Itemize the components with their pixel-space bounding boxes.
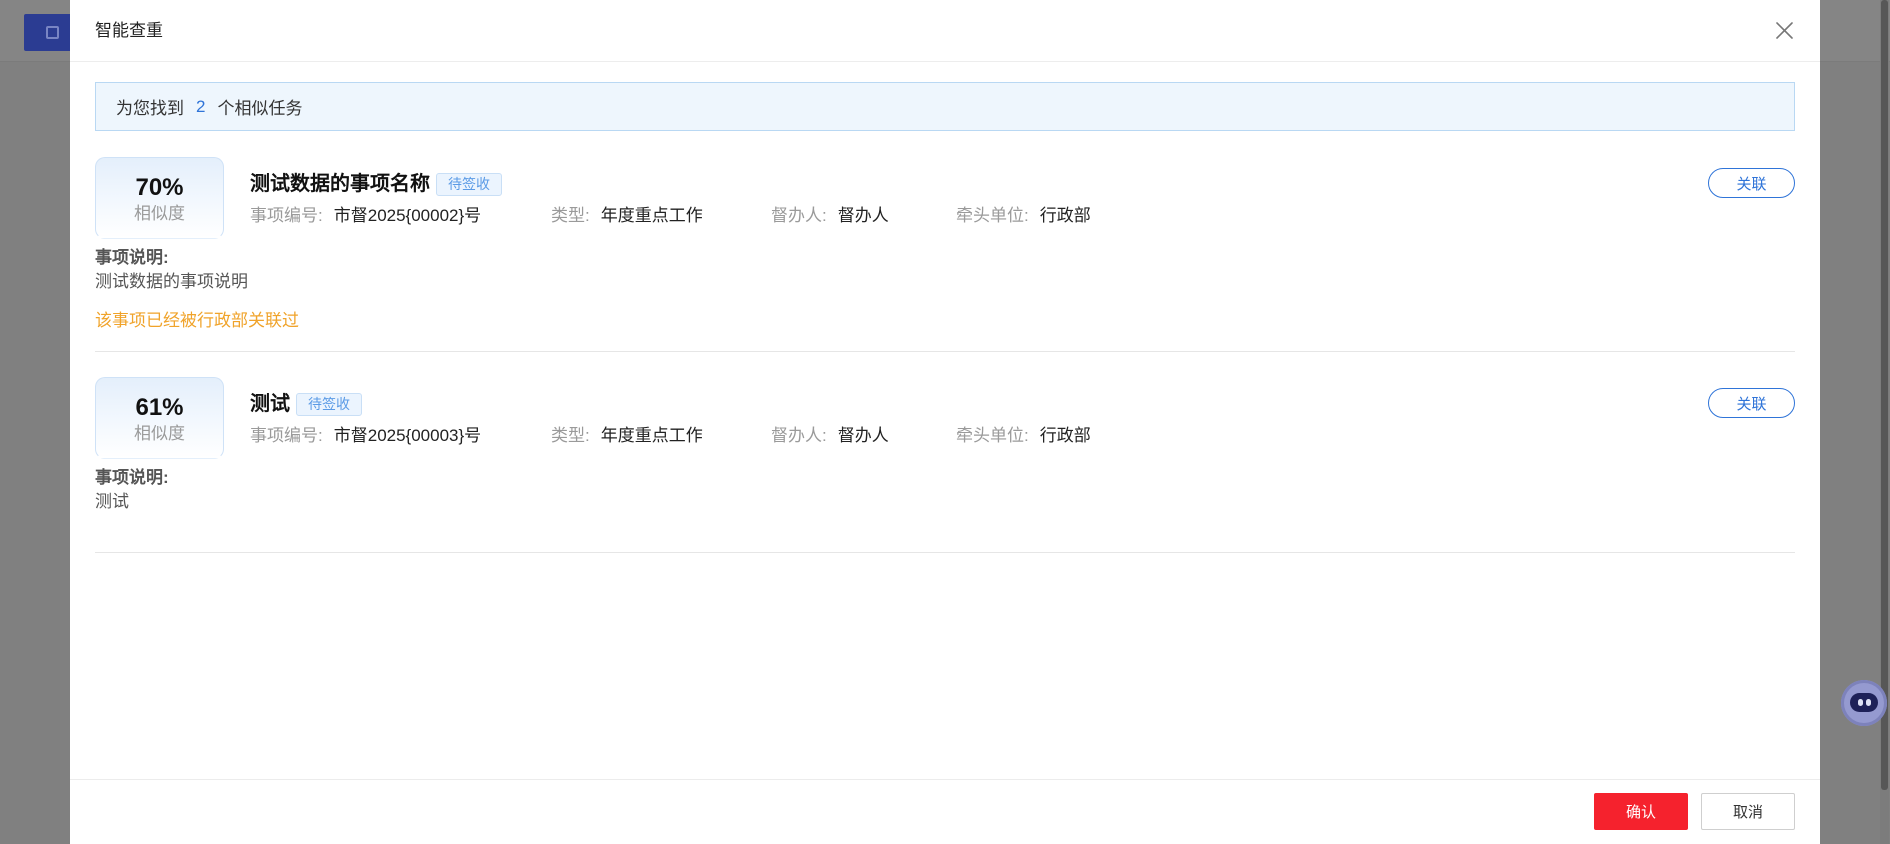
meta-label: 牵头单位: <box>956 206 1029 225</box>
background-action-button <box>24 14 76 51</box>
result-summary-banner: 为您找到 2 个相似任务 <box>95 82 1795 131</box>
similarity-score-card: 61% 相似度 <box>95 377 224 459</box>
dialog-header: 智能查重 <box>70 0 1820 62</box>
cancel-button[interactable]: 取消 <box>1701 793 1795 830</box>
description-text: 测试数据的事项说明 <box>95 272 248 291</box>
result-item: 70% 相似度 测试数据的事项名称 待签收 事项编号: 市督2025{00002… <box>95 157 1795 352</box>
assistant-floating-button <box>1841 680 1887 726</box>
similarity-value: 61% <box>135 394 184 421</box>
confirm-button[interactable]: 确认 <box>1594 793 1688 830</box>
task-meta: 事项编号: 市督2025{00003}号 类型: 年度重点工作 督办人: 督办人 <box>250 424 1091 448</box>
meta-lead-unit: 牵头单位: 行政部 <box>956 204 1091 228</box>
dialog-title: 智能查重 <box>95 21 163 40</box>
meta-value: 年度重点工作 <box>600 426 703 445</box>
result-count: 2 <box>196 96 206 116</box>
description-text: 测试 <box>95 492 129 511</box>
linked-warning-note: 该事项已经被行政部关联过 <box>95 311 299 330</box>
meta-supervisor: 督办人: 督办人 <box>771 204 956 228</box>
dialog-body: 为您找到 2 个相似任务 70% 相似度 测试数据的事项名称 待签收 事项编号:… <box>70 62 1820 553</box>
meta-value: 年度重点工作 <box>600 206 703 225</box>
status-badge: 待签收 <box>436 172 502 196</box>
similarity-score-card: 70% 相似度 <box>95 157 224 239</box>
robot-eye <box>1858 699 1863 706</box>
summary-suffix: 个相似任务 <box>217 99 303 118</box>
status-badge: 待签收 <box>296 392 362 416</box>
close-icon-graphic <box>1776 22 1793 39</box>
duplicate-check-dialog: 智能查重 为您找到 2 个相似任务 70% 相似度 测试数据的事项名称 待签收 … <box>70 0 1820 844</box>
task-meta: 事项编号: 市督2025{00002}号 类型: 年度重点工作 督办人: 督办人 <box>250 204 1091 228</box>
result-item-header: 70% 相似度 测试数据的事项名称 待签收 事项编号: 市督2025{00002… <box>95 157 1795 239</box>
task-info: 测试数据的事项名称 待签收 事项编号: 市督2025{00002}号 类型: 年… <box>250 157 1091 228</box>
dialog-footer: 确认 取消 <box>70 779 1820 844</box>
summary-prefix: 为您找到 <box>116 99 184 118</box>
meta-lead-unit: 牵头单位: 行政部 <box>956 424 1091 448</box>
robot-eye <box>1866 699 1871 706</box>
description-label: 事项说明: <box>95 248 169 267</box>
meta-type: 类型: 年度重点工作 <box>551 424 771 448</box>
meta-label: 督办人: <box>771 426 827 445</box>
task-title-row: 测试 待签收 <box>250 391 1091 417</box>
task-title: 测试 <box>250 393 290 415</box>
save-icon <box>46 26 59 39</box>
meta-supervisor: 督办人: 督办人 <box>771 424 956 448</box>
result-item-header: 61% 相似度 测试 待签收 事项编号: 市督2025{00003}号 类型: … <box>95 377 1795 459</box>
meta-task-number: 事项编号: 市督2025{00002}号 <box>250 204 551 228</box>
result-item: 61% 相似度 测试 待签收 事项编号: 市督2025{00003}号 类型: … <box>95 377 1795 553</box>
similarity-label: 相似度 <box>134 204 185 223</box>
meta-label: 牵头单位: <box>956 426 1029 445</box>
meta-value: 督办人 <box>837 206 889 225</box>
meta-label: 类型: <box>551 206 590 225</box>
close-icon[interactable] <box>1775 21 1794 40</box>
meta-label: 督办人: <box>771 206 827 225</box>
meta-label: 事项编号: <box>250 206 323 225</box>
page-scrollbar-thumb <box>1881 0 1888 790</box>
meta-value: 行政部 <box>1039 206 1091 225</box>
robot-icon <box>1850 693 1878 712</box>
meta-value: 市督2025{00003}号 <box>333 426 482 445</box>
description-label: 事项说明: <box>95 468 169 487</box>
link-button[interactable]: 关联 <box>1708 168 1795 198</box>
meta-task-number: 事项编号: 市督2025{00003}号 <box>250 424 551 448</box>
meta-label: 事项编号: <box>250 426 323 445</box>
task-info: 测试 待签收 事项编号: 市督2025{00003}号 类型: 年度重点工作 督… <box>250 377 1091 448</box>
link-button[interactable]: 关联 <box>1708 388 1795 418</box>
similarity-value: 70% <box>135 174 184 201</box>
meta-value: 督办人 <box>837 426 889 445</box>
task-title-row: 测试数据的事项名称 待签收 <box>250 171 1091 197</box>
meta-value: 市督2025{00002}号 <box>333 206 482 225</box>
meta-label: 类型: <box>551 426 590 445</box>
similarity-label: 相似度 <box>134 424 185 443</box>
meta-type: 类型: 年度重点工作 <box>551 204 771 228</box>
meta-value: 行政部 <box>1039 426 1091 445</box>
task-title: 测试数据的事项名称 <box>250 173 430 195</box>
